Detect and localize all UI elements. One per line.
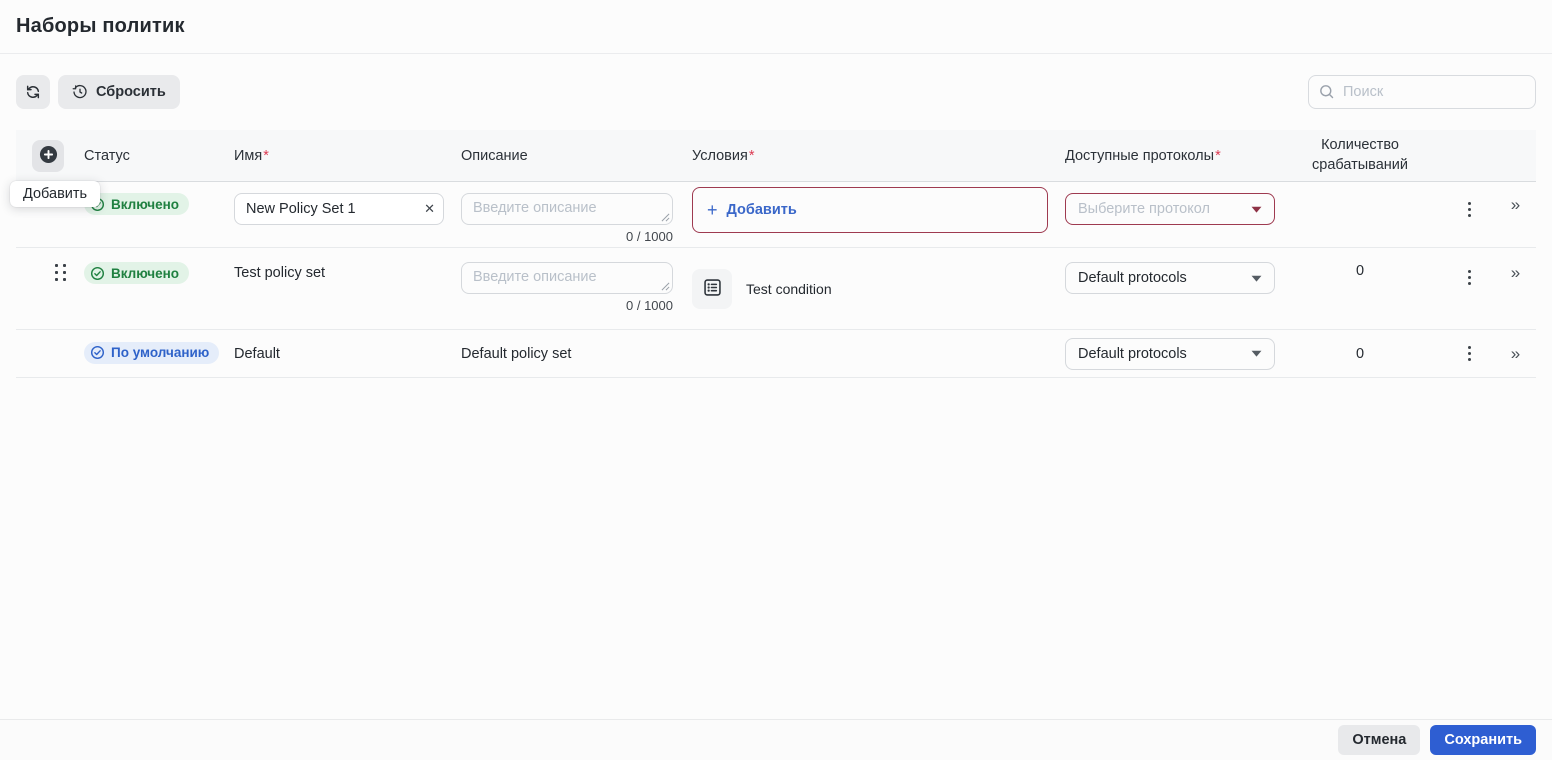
column-header-protocols: Доступные протоколы* xyxy=(1065,147,1221,164)
caret-down-icon xyxy=(1251,350,1262,357)
history-icon xyxy=(72,84,88,100)
description-cell: Default policy set xyxy=(461,345,692,363)
protocols-cell: Default protocols xyxy=(1065,337,1277,370)
trigger-count: 0 xyxy=(1355,345,1365,362)
policy-name-text: Default xyxy=(234,345,280,362)
caret-down-icon xyxy=(1251,275,1262,282)
plus-circle-icon xyxy=(39,145,58,167)
check-circle-icon xyxy=(90,346,105,360)
status-badge: По умолчанию xyxy=(84,341,220,364)
drag-handle-icon[interactable] xyxy=(55,264,67,282)
protocols-select[interactable]: Default protocols xyxy=(1065,337,1275,370)
toolbar: Сбросить xyxy=(16,75,1536,109)
more-actions-button[interactable] xyxy=(1456,341,1482,367)
drag-cell xyxy=(16,248,84,282)
caret-down-icon xyxy=(1251,206,1262,213)
required-asterisk: * xyxy=(263,147,269,164)
column-header-trigger-count: Количество срабатываний xyxy=(1312,136,1408,173)
table-row: По умолчанию Default Default policy set … xyxy=(16,330,1536,378)
description-cell: 0 / 1000 xyxy=(461,182,692,244)
more-actions-button[interactable] xyxy=(1456,196,1482,222)
conditions-cell: + Добавить xyxy=(692,182,1065,233)
status-badge: Включено xyxy=(84,262,190,284)
footer-actions: Отмена Сохранить xyxy=(0,719,1552,760)
more-actions-button[interactable] xyxy=(1456,264,1482,290)
required-asterisk: * xyxy=(748,147,755,164)
add-cell xyxy=(16,139,84,172)
name-cell: Test policy set xyxy=(234,248,461,282)
condition-item: Test condition xyxy=(692,269,1065,309)
status-cell: По умолчанию xyxy=(84,341,234,366)
table-header-row: Статус Имя* Описание Условия* Доступные … xyxy=(16,130,1536,182)
reset-button-label: Сбросить xyxy=(96,84,166,100)
column-header-status: Статус xyxy=(84,147,130,164)
cancel-button[interactable]: Отмена xyxy=(1338,725,1421,755)
policy-name-input[interactable] xyxy=(234,193,444,225)
trigger-count xyxy=(1277,182,1443,197)
protocols-select[interactable]: Default protocols xyxy=(1065,262,1275,294)
column-header-conditions: Условия* xyxy=(692,147,755,164)
policy-sets-table: Статус Имя* Описание Условия* Доступные … xyxy=(10,130,1536,378)
refresh-icon xyxy=(25,84,41,100)
add-condition-button[interactable]: + Добавить xyxy=(692,187,1048,233)
page-header: Наборы политик xyxy=(0,0,1552,54)
description-text: Default policy set xyxy=(461,345,572,362)
plus-icon: + xyxy=(707,200,718,220)
search-input[interactable] xyxy=(1308,75,1536,109)
search-box xyxy=(1308,75,1536,109)
condition-name: Test condition xyxy=(746,281,832,297)
column-header-name: Имя* xyxy=(234,147,269,164)
trigger-count: 0 xyxy=(1355,263,1365,279)
table-row: Включено Test policy set 0 / 1000 xyxy=(16,248,1536,330)
clear-icon[interactable]: ✕ xyxy=(424,201,435,217)
refresh-button[interactable] xyxy=(16,75,50,109)
name-cell: Default xyxy=(234,345,461,363)
name-cell: ✕ xyxy=(234,182,461,225)
status-cell: Включено xyxy=(84,182,234,217)
char-counter: 0 / 1000 xyxy=(626,229,673,244)
list-box-icon xyxy=(702,277,723,301)
policy-sets-page: Наборы политик Сбросить Поиск Статус Имя… xyxy=(0,0,1552,760)
required-asterisk: * xyxy=(1215,147,1221,164)
description-cell: 0 / 1000 xyxy=(461,248,692,313)
column-header-description: Описание xyxy=(461,147,528,164)
add-row-button[interactable] xyxy=(32,139,64,172)
protocols-cell: Default protocols xyxy=(1065,248,1277,294)
char-counter: 0 / 1000 xyxy=(626,298,673,313)
description-textarea[interactable] xyxy=(461,193,673,225)
protocols-select[interactable]: Выберите протокол xyxy=(1065,193,1275,225)
description-textarea[interactable] xyxy=(461,262,673,294)
save-button[interactable]: Сохранить xyxy=(1430,725,1536,755)
expand-row-button[interactable]: » xyxy=(1501,196,1531,213)
search-icon xyxy=(1318,83,1335,105)
reset-button[interactable]: Сбросить xyxy=(58,75,180,109)
check-circle-icon xyxy=(90,266,105,280)
protocols-cell: Выберите протокол xyxy=(1065,182,1277,225)
toolbar-left: Сбросить xyxy=(16,75,180,109)
add-button-tooltip: Добавить xyxy=(10,181,101,207)
table-row: Включено ✕ 0 / 1000 + Добавить xyxy=(16,182,1536,248)
condition-details-button[interactable] xyxy=(692,269,732,309)
page-title: Наборы политик xyxy=(16,15,185,37)
expand-row-button[interactable]: » xyxy=(1501,345,1531,362)
conditions-cell: Test condition xyxy=(692,248,1065,309)
add-condition-label: Добавить xyxy=(726,202,797,218)
policy-name-text: Test policy set xyxy=(234,265,326,281)
expand-row-button[interactable]: » xyxy=(1501,264,1531,281)
status-cell: Включено xyxy=(84,248,234,286)
